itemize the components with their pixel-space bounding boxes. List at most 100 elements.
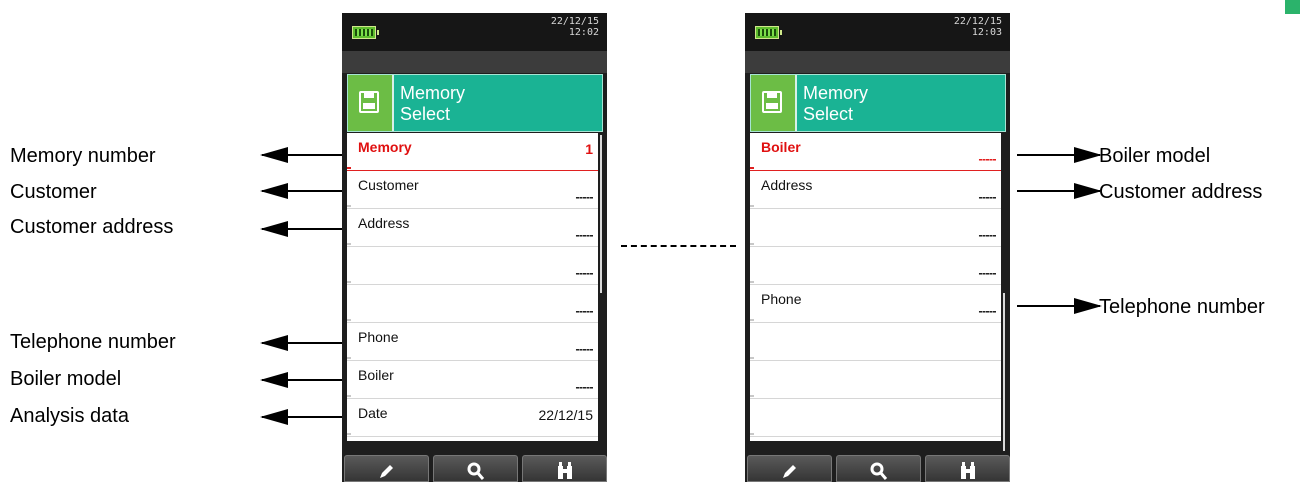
device-screen-1: 22/12/15 12:02 Memory Select Memory 1 Cust… <box>342 13 607 482</box>
corner-tab <box>1285 0 1300 14</box>
arrow-analysis-data <box>260 409 342 425</box>
row-value: 22/12/15 <box>538 407 594 423</box>
list-row[interactable]: ----- <box>347 247 598 285</box>
list-row[interactable]: Customer ----- <box>347 171 598 209</box>
row-value: ----- <box>978 304 997 318</box>
list-row[interactable] <box>750 361 1001 399</box>
arrow-telephone-number-right <box>1017 298 1102 314</box>
row-value: ----- <box>978 152 997 166</box>
label-telephone-number: Telephone number <box>10 331 176 353</box>
row-value: ----- <box>575 304 594 318</box>
label-memory-number: Memory number <box>10 145 156 167</box>
row-label: Boiler <box>761 139 801 155</box>
row-corner-mark <box>347 281 351 283</box>
row-value: 1 <box>585 141 593 157</box>
battery-icon <box>352 26 379 39</box>
toolbar <box>745 453 1010 482</box>
list-row[interactable]: Address ----- <box>750 171 1001 209</box>
screen-header: Memory Select <box>750 74 1006 132</box>
list-row[interactable]: Boiler ----- <box>347 361 598 399</box>
status-time: 12:03 <box>971 27 1002 38</box>
row-value: ----- <box>575 228 594 242</box>
row-corner-mark <box>347 357 351 359</box>
row-label: Customer <box>358 177 419 193</box>
battery-icon <box>755 26 782 39</box>
row-corner-mark <box>750 319 754 321</box>
status-bar: 22/12/15 12:02 <box>342 13 607 51</box>
list-row[interactable]: Date 22/12/15 <box>347 399 598 437</box>
label-customer-address: Customer address <box>10 216 174 238</box>
row-corner-mark <box>347 167 351 169</box>
label-analysis-data: Analysis data <box>10 405 129 427</box>
arrow-customer-address-right <box>1017 183 1102 199</box>
scrollbar[interactable] <box>1003 293 1005 451</box>
row-corner-mark <box>347 433 351 435</box>
row-label: Date <box>358 405 388 421</box>
row-label: Phone <box>358 329 399 345</box>
row-label: Phone <box>761 291 802 307</box>
row-value: ----- <box>575 266 594 280</box>
arrow-boiler-model <box>260 372 342 388</box>
status-bar: 22/12/15 12:03 <box>745 13 1010 51</box>
status-gap <box>745 51 1010 73</box>
list-row[interactable]: Phone ----- <box>750 285 1001 323</box>
row-corner-mark <box>750 357 754 359</box>
pencil-button[interactable] <box>344 455 429 482</box>
list-row[interactable] <box>750 399 1001 437</box>
row-value: ----- <box>978 266 997 280</box>
arrow-customer <box>260 183 342 199</box>
row-corner-mark <box>347 395 351 397</box>
magnifier-button[interactable] <box>433 455 518 482</box>
screen-title: Memory Select <box>803 83 869 124</box>
row-corner-mark <box>347 319 351 321</box>
status-gap <box>342 51 607 73</box>
row-corner-mark <box>347 243 351 245</box>
row-label: Address <box>358 215 410 231</box>
row-value: ----- <box>978 228 997 242</box>
row-corner-mark <box>750 433 754 435</box>
row-value: ----- <box>575 342 594 356</box>
arrow-memory-number <box>260 147 342 163</box>
toolbar <box>342 453 607 482</box>
label-telephone-number-right: Telephone number <box>1099 296 1265 318</box>
arrow-customer-address <box>260 221 342 237</box>
row-value: ----- <box>575 190 594 204</box>
label-customer-address-right: Customer address <box>1099 181 1263 203</box>
connector-dashed-line <box>621 245 736 247</box>
list-row[interactable]: ----- <box>750 247 1001 285</box>
field-list: Memory 1 Customer ----- Address ----- ----- ---… <box>347 133 598 441</box>
row-corner-mark <box>750 281 754 283</box>
row-corner-mark <box>347 205 351 207</box>
list-row[interactable]: Phone ----- <box>347 323 598 361</box>
list-row[interactable] <box>750 323 1001 361</box>
label-customer: Customer <box>10 181 97 203</box>
field-list: Boiler ----- Address ----- ----- ----- Phone --… <box>750 133 1001 441</box>
list-row[interactable]: Address ----- <box>347 209 598 247</box>
status-time: 12:02 <box>568 27 599 38</box>
row-corner-mark <box>750 243 754 245</box>
status-date: 22/12/15 <box>550 16 599 27</box>
binoculars-button[interactable] <box>522 455 607 482</box>
binoculars-button[interactable] <box>925 455 1010 482</box>
magnifier-button[interactable] <box>836 455 921 482</box>
floppy-disk-icon <box>348 75 394 131</box>
label-boiler-model-right: Boiler model <box>1099 145 1211 167</box>
list-row[interactable]: ----- <box>347 285 598 323</box>
list-row[interactable]: ----- <box>750 209 1001 247</box>
row-corner-mark <box>750 395 754 397</box>
row-label: Memory <box>358 139 412 155</box>
row-label: Address <box>761 177 813 193</box>
list-row[interactable]: Memory 1 <box>347 133 598 171</box>
arrow-telephone-number <box>260 335 342 351</box>
list-row[interactable]: Boiler ----- <box>750 133 1001 171</box>
screen-title: Memory Select <box>400 83 466 124</box>
row-value: ----- <box>575 380 594 394</box>
pencil-button[interactable] <box>747 455 832 482</box>
label-boiler-model: Boiler model <box>10 368 122 390</box>
scrollbar[interactable] <box>600 135 602 293</box>
status-date: 22/12/15 <box>953 16 1002 27</box>
device-screen-2: 22/12/15 12:03 Memory Select Boiler -----… <box>745 13 1010 482</box>
screen-header: Memory Select <box>347 74 603 132</box>
row-label: Boiler <box>358 367 394 383</box>
clock: 22/12/15 12:02 <box>551 16 599 38</box>
